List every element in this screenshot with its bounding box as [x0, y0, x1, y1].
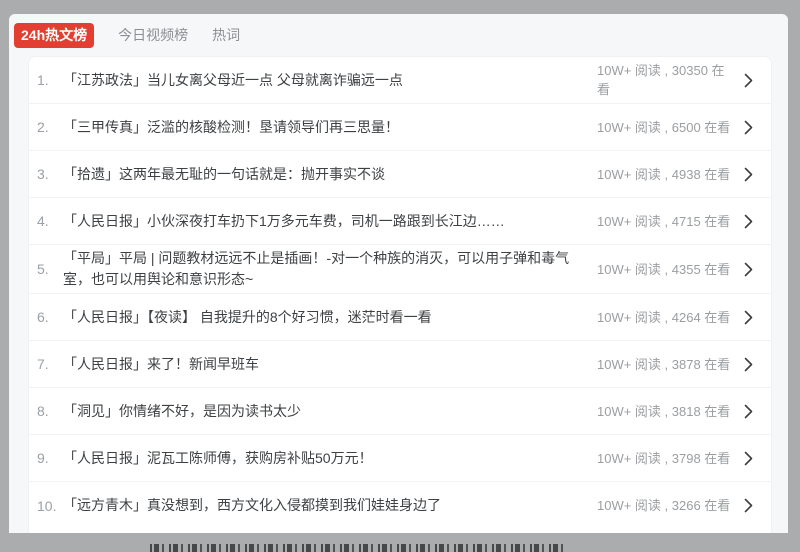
clipped-text-fragment — [150, 544, 564, 552]
read-watch-stats: 10W+ 阅读 , 4938 在看 — [597, 165, 733, 184]
read-watch-stats: 10W+ 阅读 , 3266 在看 — [597, 496, 733, 515]
chevron-right-icon — [733, 498, 763, 513]
rank-number: 8. — [37, 403, 63, 419]
chevron-right-icon — [733, 73, 763, 88]
list-item[interactable]: 4. 「人民日报」小伙深夜打车扔下1万多元车费，司机一路跟到长江边…… 10W+… — [29, 198, 771, 245]
article-title: 「人民日报」小伙深夜打车扔下1万多元车费，司机一路跟到长江边…… — [63, 211, 597, 232]
article-title: 「拾遗」这两年最无耻的一句话就是：抛开事实不谈 — [63, 164, 597, 185]
tab-24h-hot-articles[interactable]: 24h热文榜 — [14, 23, 94, 48]
read-watch-stats: 10W+ 阅读 , 3878 在看 — [597, 355, 733, 374]
list-item[interactable]: 1. 「江苏政法」当儿女离父母近一点 父母就离诈骗远一点 10W+ 阅读 , 3… — [29, 57, 771, 104]
chevron-right-icon — [733, 262, 763, 277]
list-item[interactable]: 8. 「洞见」你情绪不好，是因为读书太少 10W+ 阅读 , 3818 在看 — [29, 388, 771, 435]
list-item[interactable]: 3. 「拾遗」这两年最无耻的一句话就是：抛开事实不谈 10W+ 阅读 , 493… — [29, 151, 771, 198]
list-item[interactable]: 7. 「人民日报」来了！新闻早班车 10W+ 阅读 , 3878 在看 — [29, 341, 771, 388]
chevron-right-icon — [733, 404, 763, 419]
article-title: 「江苏政法」当儿女离父母近一点 父母就离诈骗远一点 — [63, 70, 597, 91]
tab-hot-words[interactable]: 热词 — [212, 25, 240, 45]
rank-number: 1. — [37, 72, 63, 88]
chevron-right-icon — [733, 214, 763, 229]
tab-bar: 24h热文榜 今日视频榜 热词 — [9, 14, 788, 56]
read-watch-stats: 10W+ 阅读 , 4715 在看 — [597, 212, 733, 231]
list-item[interactable]: 5. 「平局」平局 | 问题教材远远不止是插画！-对一个种族的消灭，可以用子弹和… — [29, 245, 771, 294]
list-item[interactable]: 2. 「三甲传真」泛滥的核酸检测！垦请领导们再三思量！ 10W+ 阅读 , 65… — [29, 104, 771, 151]
article-list: 1. 「江苏政法」当儿女离父母近一点 父母就离诈骗远一点 10W+ 阅读 , 3… — [28, 56, 772, 533]
list-item[interactable]: 6. 「人民日报」【夜读】 自我提升的8个好习惯，迷茫时看一看 10W+ 阅读 … — [29, 294, 771, 341]
rank-number: 9. — [37, 450, 63, 466]
rank-number: 4. — [37, 213, 63, 229]
chevron-right-icon — [733, 167, 763, 182]
rank-number: 5. — [37, 261, 63, 277]
tab-today-videos[interactable]: 今日视频榜 — [118, 25, 188, 45]
read-watch-stats: 10W+ 阅读 , 3818 在看 — [597, 402, 733, 421]
chevron-right-icon — [733, 357, 763, 372]
rank-number: 3. — [37, 166, 63, 182]
rank-number: 7. — [37, 356, 63, 372]
read-watch-stats: 10W+ 阅读 , 30350 在看 — [597, 61, 733, 99]
read-watch-stats: 10W+ 阅读 , 4355 在看 — [597, 260, 733, 279]
article-title: 「人民日报」【夜读】 自我提升的8个好习惯，迷茫时看一看 — [63, 307, 597, 328]
list-item[interactable]: 10. 「远方青木」真没想到，西方文化入侵都摸到我们娃娃身边了 10W+ 阅读 … — [29, 482, 771, 529]
rank-number: 6. — [37, 309, 63, 325]
article-title: 「远方青木」真没想到，西方文化入侵都摸到我们娃娃身边了 — [63, 495, 597, 516]
chevron-right-icon — [733, 310, 763, 325]
rank-number: 10. — [37, 498, 63, 514]
article-title: 「人民日报」泥瓦工陈师傅，获购房补贴50万元！ — [63, 448, 597, 469]
hot-list-panel: 24h热文榜 今日视频榜 热词 1. 「江苏政法」当儿女离父母近一点 父母就离诈… — [9, 14, 788, 533]
read-watch-stats: 10W+ 阅读 , 6500 在看 — [597, 118, 733, 137]
chevron-right-icon — [733, 120, 763, 135]
rank-number: 2. — [37, 119, 63, 135]
article-title: 「平局」平局 | 问题教材远远不止是插画！-对一个种族的消灭，可以用子弹和毒气室… — [63, 248, 597, 290]
read-watch-stats: 10W+ 阅读 , 4264 在看 — [597, 308, 733, 327]
list-item[interactable]: 9. 「人民日报」泥瓦工陈师傅，获购房补贴50万元！ 10W+ 阅读 , 379… — [29, 435, 771, 482]
chevron-right-icon — [733, 451, 763, 466]
article-title: 「人民日报」来了！新闻早班车 — [63, 354, 597, 375]
read-watch-stats: 10W+ 阅读 , 3798 在看 — [597, 449, 733, 468]
article-title: 「三甲传真」泛滥的核酸检测！垦请领导们再三思量！ — [63, 117, 597, 138]
article-title: 「洞见」你情绪不好，是因为读书太少 — [63, 401, 597, 422]
